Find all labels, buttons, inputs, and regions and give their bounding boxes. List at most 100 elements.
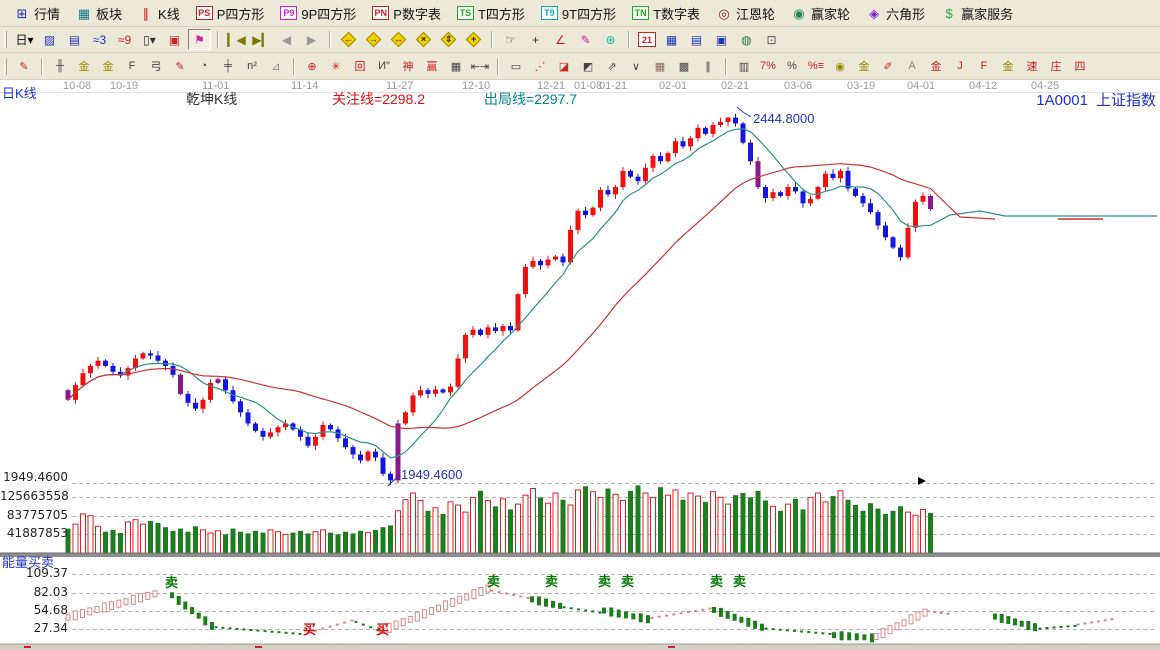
- calendar-icon[interactable]: 21: [638, 32, 656, 47]
- ying-grid-icon[interactable]: 赢: [421, 56, 443, 77]
- compass-icon[interactable]: ◔: [193, 56, 215, 77]
- percent-7-icon[interactable]: 7%: [757, 56, 779, 77]
- gann-grid-icon[interactable]: ╫: [49, 56, 71, 77]
- menu-winner-wheel-icon: ◉: [791, 6, 807, 21]
- minor-cycle-9-icon[interactable]: ≈9: [113, 29, 136, 50]
- menu-winner-service-label: 赢家服务: [961, 4, 1013, 23]
- axis-grid-icon[interactable]: ▩: [673, 56, 695, 77]
- sell-signal-label: 卖: [545, 575, 558, 589]
- gold-speed-icon[interactable]: 金: [997, 56, 1019, 77]
- chart-canvas[interactable]: [0, 80, 1160, 650]
- knot-tool-icon[interactable]: ⊛: [599, 29, 622, 50]
- wave-mark-icon[interactable]: И″: [373, 56, 395, 77]
- chart-layout-icon[interactable]: ▨: [38, 29, 61, 50]
- qiankun-pattern-icon[interactable]: ▣: [163, 29, 186, 50]
- expand-v-diamond-icon: ⇕: [441, 32, 457, 48]
- pan-right-diamond-icon[interactable]: →: [362, 29, 385, 50]
- zoom-reset-diamond-icon[interactable]: +: [462, 29, 485, 50]
- angle-tool-icon[interactable]: ∠: [549, 29, 572, 50]
- ruler-grid-icon[interactable]: ╪: [217, 56, 239, 77]
- volume-axis-label: 125663558: [0, 490, 68, 503]
- target-circle-icon[interactable]: ⊕: [301, 56, 323, 77]
- star-target-icon[interactable]: ✳: [325, 56, 347, 77]
- gold-circle-icon[interactable]: ◉: [829, 56, 851, 77]
- fan-box-icon[interactable]: ◪: [553, 56, 575, 77]
- last-bar-icon[interactable]: ▶▎: [250, 29, 273, 50]
- info-panel-icon[interactable]: ▤: [63, 29, 86, 50]
- next-bar-icon[interactable]: ▶: [300, 29, 323, 50]
- j-angle-icon[interactable]: J: [949, 56, 971, 77]
- hand-tool-icon[interactable]: ☞: [499, 29, 522, 50]
- period-day-dropdown[interactable]: 日▾: [13, 29, 36, 50]
- menu-quotes[interactable]: ⊞行情: [6, 2, 68, 25]
- first-bar-icon[interactable]: ▎◀: [225, 29, 248, 50]
- candle-style-dropdown[interactable]: ▯▾: [138, 29, 161, 50]
- indicator-axis-label: 109.37: [0, 567, 68, 580]
- gold-angle-icon[interactable]: 金: [925, 56, 947, 77]
- zigzag-icon[interactable]: ∨: [625, 56, 647, 77]
- parallel-lines-icon[interactable]: ∥: [697, 56, 719, 77]
- pan-left-diamond-icon[interactable]: ←: [337, 29, 360, 50]
- box-tool-icon[interactable]: ▭: [505, 56, 527, 77]
- square-target-icon[interactable]: 回: [349, 56, 371, 77]
- buy-signal-label: 买: [376, 623, 389, 637]
- number-grid-icon[interactable]: ▦: [445, 56, 467, 77]
- bow-grid-icon[interactable]: 弓: [145, 56, 167, 77]
- signal-flag-icon[interactable]: ⚑: [188, 29, 211, 50]
- menu-sectors[interactable]: ▦板块: [68, 2, 130, 25]
- kline-chart-area[interactable]: 日K线 乾坤K线 关注线=2298.2 出局线=2297.7 1A0001上证指…: [0, 80, 1160, 650]
- trend-arrow-icon[interactable]: ⇗: [601, 56, 623, 77]
- zhuang-angle-icon[interactable]: 庄: [1045, 56, 1067, 77]
- draw-band-icon[interactable]: ✎: [574, 29, 597, 50]
- n2-grid-icon[interactable]: n²: [241, 56, 263, 77]
- menu-9p-square[interactable]: P99P四方形: [272, 2, 364, 25]
- shrink-diamond-icon[interactable]: ×: [412, 29, 435, 50]
- fan-dark-icon[interactable]: ◩: [577, 56, 599, 77]
- export-icon[interactable]: ◍: [735, 29, 758, 50]
- percent-lines-icon[interactable]: %≡: [805, 56, 827, 77]
- menu-t-number-table[interactable]: TNT数字表: [624, 2, 708, 25]
- pen-flag-icon[interactable]: ✐: [877, 56, 899, 77]
- fine-grid-icon[interactable]: ▦: [649, 56, 671, 77]
- shen-grid-icon[interactable]: 神: [397, 56, 419, 77]
- calculator-icon[interactable]: ▦: [660, 29, 683, 50]
- menu-9p-square-icon: P9: [280, 6, 297, 20]
- f-grid-icon[interactable]: F: [121, 56, 143, 77]
- menu-sectors-icon: ▦: [76, 6, 92, 21]
- f-angle-icon[interactable]: F: [973, 56, 995, 77]
- print-icon[interactable]: ⊡: [760, 29, 783, 50]
- save-icon[interactable]: ▣: [710, 29, 733, 50]
- menu-kline[interactable]: ∥K线: [130, 2, 188, 25]
- menu-hexagon[interactable]: ◈六角形: [858, 2, 933, 25]
- minor-cycle-3-icon[interactable]: ≈3: [88, 29, 111, 50]
- prev-bar-icon[interactable]: ◀: [275, 29, 298, 50]
- su-angle-icon[interactable]: 速: [1021, 56, 1043, 77]
- gold-grid-icon[interactable]: 金: [73, 56, 95, 77]
- memo-icon[interactable]: ▤: [685, 29, 708, 50]
- mirror-angle-icon[interactable]: ⊿: [265, 56, 287, 77]
- span-measure-icon[interactable]: ⇤⇥: [469, 56, 491, 77]
- toolbar-standard: 日▾▨▤≈3≈9▯▾▣⚑▎◀▶▎◀▶←→↔×⇕+☞+∠✎⊛21▦▤▣◍⊡: [0, 27, 1160, 53]
- brush-icon[interactable]: ✎: [13, 56, 35, 77]
- gold-grid-2-icon[interactable]: 金: [97, 56, 119, 77]
- menu-9t-square[interactable]: T99T四方形: [533, 2, 624, 25]
- pen-ruler-icon[interactable]: ✎: [169, 56, 191, 77]
- si-angle-icon[interactable]: 四: [1069, 56, 1091, 77]
- menu-winner-service[interactable]: $赢家服务: [933, 2, 1021, 25]
- percent-icon[interactable]: %: [781, 56, 803, 77]
- menu-gann-wheel[interactable]: ◎江恩轮: [708, 2, 783, 25]
- gold-lines-icon[interactable]: 金: [853, 56, 875, 77]
- crosshair-tool-icon[interactable]: +: [524, 29, 547, 50]
- a-angle-icon[interactable]: A: [901, 56, 923, 77]
- expand-h-diamond-icon: ↔: [391, 32, 407, 48]
- menu-hexagon-icon: ◈: [866, 6, 882, 21]
- menu-p-number-table[interactable]: PNP数字表: [364, 2, 449, 25]
- expand-v-diamond-icon[interactable]: ⇕: [437, 29, 460, 50]
- expand-h-diamond-icon[interactable]: ↔: [387, 29, 410, 50]
- column-percent-icon[interactable]: ▥: [733, 56, 755, 77]
- menu-winner-wheel[interactable]: ◉赢家轮: [783, 2, 858, 25]
- menu-p-square[interactable]: PSP四方形: [188, 2, 273, 25]
- date-tick-label: 04-01: [907, 80, 935, 92]
- fan-lines-icon[interactable]: ⋰: [529, 56, 551, 77]
- menu-t-square[interactable]: TST四方形: [449, 2, 533, 25]
